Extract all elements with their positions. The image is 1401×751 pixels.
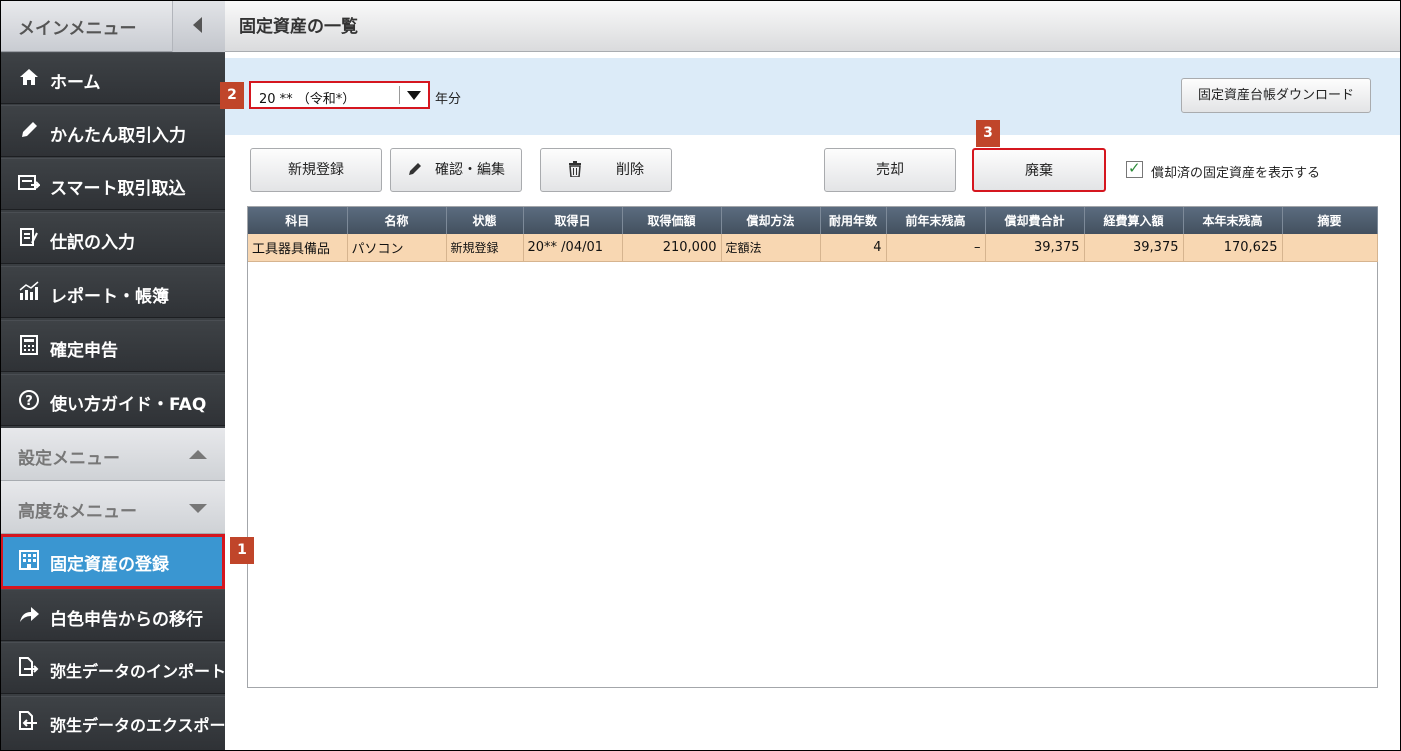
sidebar-header: メインメニュー (0, 0, 225, 52)
chevron-up-icon (189, 450, 207, 459)
import-doc-icon (18, 657, 40, 679)
sell-button[interactable]: 売却 (824, 148, 956, 192)
cell-account: 工具器具備品 (248, 234, 348, 262)
year-suffix-label: 年分 (435, 92, 462, 107)
sidebar-item-home[interactable]: ホーム (0, 52, 225, 104)
export-doc-icon (18, 711, 40, 733)
column-header[interactable]: 償却方法 (721, 207, 821, 234)
sidebar-item-label: レポート・帳簿 (50, 287, 169, 307)
cell-status: 新規登録 (446, 234, 524, 262)
column-header[interactable]: 耐用年数 (820, 207, 887, 234)
year-select[interactable]: 20 ** （令和*） (249, 81, 430, 109)
settings-menu-label: 設定メニュー (18, 449, 120, 469)
sidebar-item-label: 弥生データのインポート (50, 662, 227, 681)
journal-icon (18, 227, 40, 249)
pencil-icon (407, 149, 423, 191)
sidebar-item-quick-entry[interactable]: かんたん取引入力 (0, 105, 225, 157)
download-ledger-button[interactable]: 固定資産台帳ダウンロード (1181, 78, 1371, 113)
check-icon: ✓ (1128, 159, 1141, 177)
sidebar-item-guide-faq[interactable]: ? 使い方ガイド・FAQ (0, 374, 225, 426)
cell-useful-life: 4 (820, 234, 887, 262)
chevron-left-icon (193, 17, 202, 33)
delete-button-label: 削除 (616, 162, 644, 178)
sidebar-item-label: 確定申告 (50, 341, 118, 361)
sidebar-item-label: 弥生データのエクスポート (50, 716, 242, 735)
chevron-down-icon (189, 504, 207, 513)
dispose-button[interactable]: 廃棄 (972, 148, 1106, 192)
column-header[interactable]: 名称 (347, 207, 447, 234)
sidebar-item-import-data[interactable]: 弥生データのインポート (0, 642, 227, 694)
column-header[interactable]: 取得日 (523, 207, 623, 234)
sidebar-title: メインメニュー (18, 19, 137, 39)
import-icon (18, 173, 42, 195)
column-header[interactable]: 償却費合計 (985, 207, 1085, 234)
column-header[interactable]: 本年末残高 (1183, 207, 1283, 234)
advanced-menu-toggle[interactable]: 高度なメニュー (0, 481, 225, 534)
column-header[interactable]: 科目 (248, 207, 348, 234)
svg-text:?: ? (25, 394, 33, 409)
cell-prev-balance: – (886, 234, 986, 262)
sidebar-item-label: 仕訳の入力 (50, 233, 135, 253)
cell-year-end-balance: 170,625 (1183, 234, 1283, 262)
home-icon (18, 67, 40, 89)
cell-acquisition-cost: 210,000 (622, 234, 722, 262)
step-badge-3: 3 (976, 120, 1000, 147)
cell-acquired-date: 20** /04/01 (523, 234, 623, 262)
sidebar: メインメニュー ホーム かんたん取引入力 スマート取引取込 仕訳の入力 レポート… (0, 0, 242, 751)
step-badge-2: 2 (220, 82, 244, 109)
page-header: 固定資産の一覧 (225, 0, 1401, 52)
settings-menu-toggle[interactable]: 設定メニュー (0, 428, 225, 481)
sidebar-item-label: ホーム (50, 73, 101, 93)
sidebar-item-tax-return[interactable]: 確定申告 (0, 320, 225, 372)
cell-remarks (1282, 234, 1378, 262)
column-header[interactable]: 取得価額 (622, 207, 722, 234)
advanced-menu-label: 高度なメニュー (18, 502, 137, 522)
page-title: 固定資産の一覧 (239, 17, 358, 37)
show-depreciated-checkbox[interactable]: ✓ (1126, 159, 1143, 178)
fixed-assets-table: 科目 名称 状態 取得日 取得価額 償却方法 耐用年数 前年末残高 償却費合計 … (247, 206, 1378, 688)
sidebar-item-migration[interactable]: 白色申告からの移行 (0, 589, 225, 641)
cell-expensed-amount: 39,375 (1084, 234, 1184, 262)
sidebar-item-smart-import[interactable]: スマート取引取込 (0, 158, 225, 210)
sidebar-item-export-data[interactable]: 弥生データのエクスポート (0, 696, 242, 751)
report-icon (18, 281, 40, 303)
table-header-row: 科目 名称 状態 取得日 取得価額 償却方法 耐用年数 前年末残高 償却費合計 … (248, 207, 1378, 234)
pencil-icon (18, 120, 40, 142)
column-header[interactable]: 前年末残高 (886, 207, 986, 234)
sidebar-item-fixed-assets[interactable]: 固定資産の登録 (0, 534, 225, 589)
building-icon (18, 549, 40, 571)
show-depreciated-label: 償却済の固定資産を表示する (1151, 166, 1321, 181)
calculator-icon (18, 335, 40, 357)
cell-depreciation-method: 定額法 (721, 234, 821, 262)
column-header[interactable]: 経費算入額 (1084, 207, 1184, 234)
cell-name: パソコン (347, 234, 447, 262)
cell-depreciation-total: 39,375 (985, 234, 1085, 262)
sidebar-item-label: 固定資産の登録 (50, 555, 169, 575)
step-badge-1: 1 (230, 537, 254, 564)
trash-icon (568, 149, 582, 191)
sidebar-item-journal[interactable]: 仕訳の入力 (0, 212, 225, 264)
sidebar-item-label: かんたん取引入力 (50, 126, 186, 146)
table-row[interactable]: 工具器具備品 パソコン 新規登録 20** /04/01 210,000 定額法… (248, 234, 1378, 262)
edit-button[interactable]: 確認・編集 (390, 148, 522, 192)
help-icon: ? (18, 389, 40, 411)
select-divider (399, 86, 400, 104)
year-select-value: 20 ** （令和*） (259, 92, 356, 107)
delete-button[interactable]: 削除 (540, 148, 672, 192)
column-header[interactable]: 状態 (446, 207, 524, 234)
sidebar-collapse-button[interactable] (172, 0, 225, 52)
new-register-button[interactable]: 新規登録 (250, 148, 382, 192)
arrow-icon (18, 604, 40, 626)
sidebar-item-label: スマート取引取込 (50, 179, 186, 199)
sidebar-item-reports[interactable]: レポート・帳簿 (0, 266, 225, 318)
edit-button-label: 確認・編集 (435, 162, 505, 178)
dropdown-arrow-icon (407, 91, 421, 100)
column-header[interactable]: 摘要 (1282, 207, 1378, 234)
sidebar-item-label: 白色申告からの移行 (50, 610, 203, 630)
sidebar-item-label: 使い方ガイド・FAQ (50, 395, 207, 415)
